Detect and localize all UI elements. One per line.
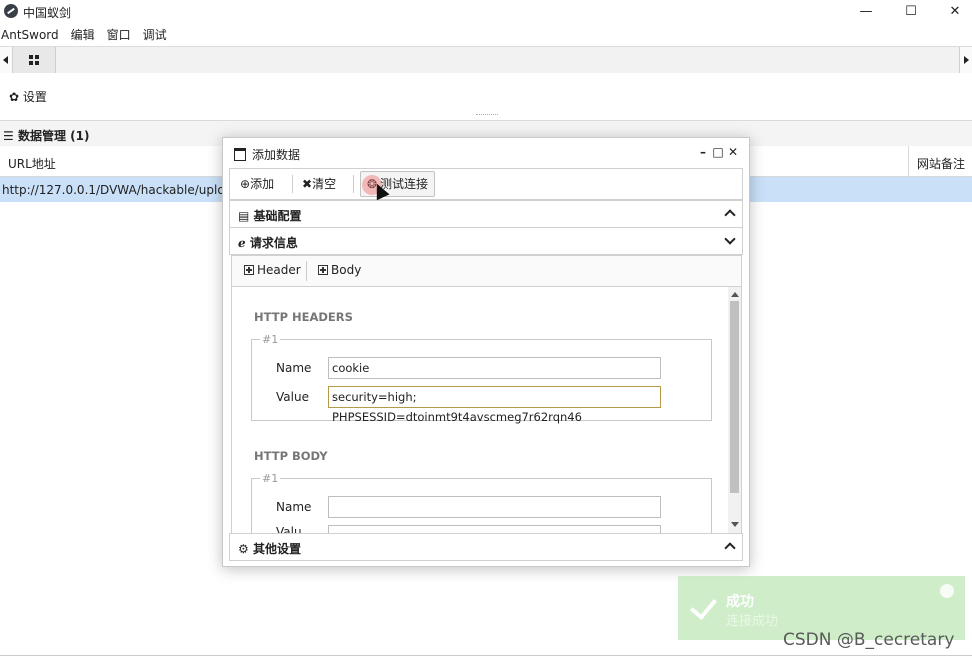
fieldset-legend: #1 [260, 472, 281, 485]
settings-panel [0, 73, 972, 117]
tab-home[interactable] [13, 47, 56, 73]
gear-icon: ✿ [9, 90, 20, 104]
x-icon: ✖ [302, 177, 313, 191]
settings-button[interactable]: ✿ 设置 [9, 88, 47, 105]
dialog-title: 添加数据 [252, 148, 301, 162]
toast-message: 连接成功 [726, 614, 779, 629]
subtab-divider [306, 261, 307, 281]
add-button[interactable]: ⊕添加 [240, 173, 274, 195]
name-label: Name [276, 361, 312, 375]
scroll-down-arrow-icon[interactable] [731, 522, 739, 527]
column-divider [908, 146, 909, 176]
header-fieldset: #1 Name cookie Value security=high; PHPS… [251, 333, 712, 424]
vertical-scrollbar[interactable] [728, 287, 741, 533]
toolbar-divider [353, 175, 354, 193]
add-data-dialog: 添加数据 – □ ✕ ⊕添加 ✖清空 ❂ 测试连接 ▤ 基础配置 ℯ 请求信息 [222, 137, 750, 567]
maximize-button[interactable]: ☐ [900, 2, 922, 22]
body-fieldset: #1 Name Valu [251, 472, 712, 533]
close-button[interactable]: ✕ [944, 2, 966, 22]
window-title-bar: 中国蚁剑 — ☐ ✕ [0, 0, 972, 24]
http-headers-title: HTTP HEADERS [254, 310, 353, 324]
chevron-down-icon [724, 233, 736, 245]
dialog-title-bar[interactable]: 添加数据 – □ ✕ [223, 138, 749, 168]
header-name-input[interactable]: cookie [328, 357, 661, 379]
body-name-input[interactable] [328, 496, 661, 518]
tab-scroll-right-button[interactable] [959, 47, 972, 73]
request-content: HTTP HEADERS #1 Name cookie Value securi… [231, 286, 742, 534]
scrollbar-thumb[interactable] [730, 301, 739, 493]
chevron-up-icon [724, 209, 736, 221]
dialog-close-button[interactable]: ✕ [726, 144, 740, 160]
dialog-maximize-button[interactable]: □ [711, 144, 725, 160]
check-icon [690, 591, 717, 621]
menu-edit[interactable]: 编辑 [71, 25, 95, 45]
section-request-info[interactable]: ℯ 请求信息 [229, 227, 743, 255]
expand-icon [244, 265, 254, 275]
fieldset-legend: #1 [260, 333, 281, 346]
toast-close-icon[interactable] [940, 584, 954, 598]
header-value-input[interactable]: security=high; PHPSESSID=dtoinmt9t4avscm… [328, 386, 661, 424]
menu-debug[interactable]: 调试 [143, 25, 167, 45]
tab-bar [0, 46, 972, 74]
menu-antsword[interactable]: AntSword [1, 25, 59, 45]
data-manager-title: 数据管理 (1) [17, 129, 90, 143]
chevron-up-icon [724, 542, 736, 554]
list-icon: ☰ [3, 129, 14, 143]
column-note[interactable]: 网站备注 [917, 155, 965, 172]
dialog-minimize-button[interactable]: – [696, 144, 710, 160]
panel-splitter-handle[interactable] [476, 114, 498, 117]
dialog-toolbar: ⊕添加 ✖清空 ❂ 测试连接 [229, 168, 743, 200]
value-label: Value [276, 390, 309, 404]
toolbar-divider [292, 175, 293, 193]
ie-icon: ℯ [238, 236, 246, 250]
window-icon [234, 148, 246, 161]
tab-body[interactable]: Body [318, 263, 361, 277]
watermark: CSDN @B_cecretary [783, 630, 955, 650]
antsword-logo-icon [4, 4, 18, 18]
clear-button[interactable]: ✖清空 [302, 173, 336, 195]
minimize-button[interactable]: — [855, 2, 877, 22]
status-bar-divider [0, 655, 972, 656]
scroll-up-arrow-icon[interactable] [731, 292, 739, 297]
name-label: Name [276, 500, 312, 514]
cogs-icon: ⚙ [238, 542, 249, 556]
settings-label: 设置 [22, 90, 47, 104]
toast-title: 成功 [726, 594, 754, 610]
section-other-settings[interactable]: ⚙ 其他设置 [229, 533, 743, 561]
menubar: AntSword 编辑 窗口 调试 [0, 25, 179, 45]
request-subtabs: Header Body [231, 255, 742, 287]
menu-window[interactable]: 窗口 [107, 25, 131, 45]
window-title: 中国蚁剑 [23, 6, 72, 20]
expand-icon [318, 265, 328, 275]
tab-header[interactable]: Header [244, 263, 301, 277]
section-basic-config[interactable]: ▤ 基础配置 [229, 200, 743, 228]
column-url[interactable]: URL地址 [8, 155, 56, 172]
tab-scroll-left-button[interactable] [0, 47, 13, 73]
doc-icon: ▤ [238, 209, 250, 223]
row-url-cell: http://127.0.0.1/DVWA/hackable/upload [2, 183, 240, 197]
http-body-title: HTTP BODY [254, 449, 328, 463]
plus-circle-icon: ⊕ [240, 177, 251, 191]
